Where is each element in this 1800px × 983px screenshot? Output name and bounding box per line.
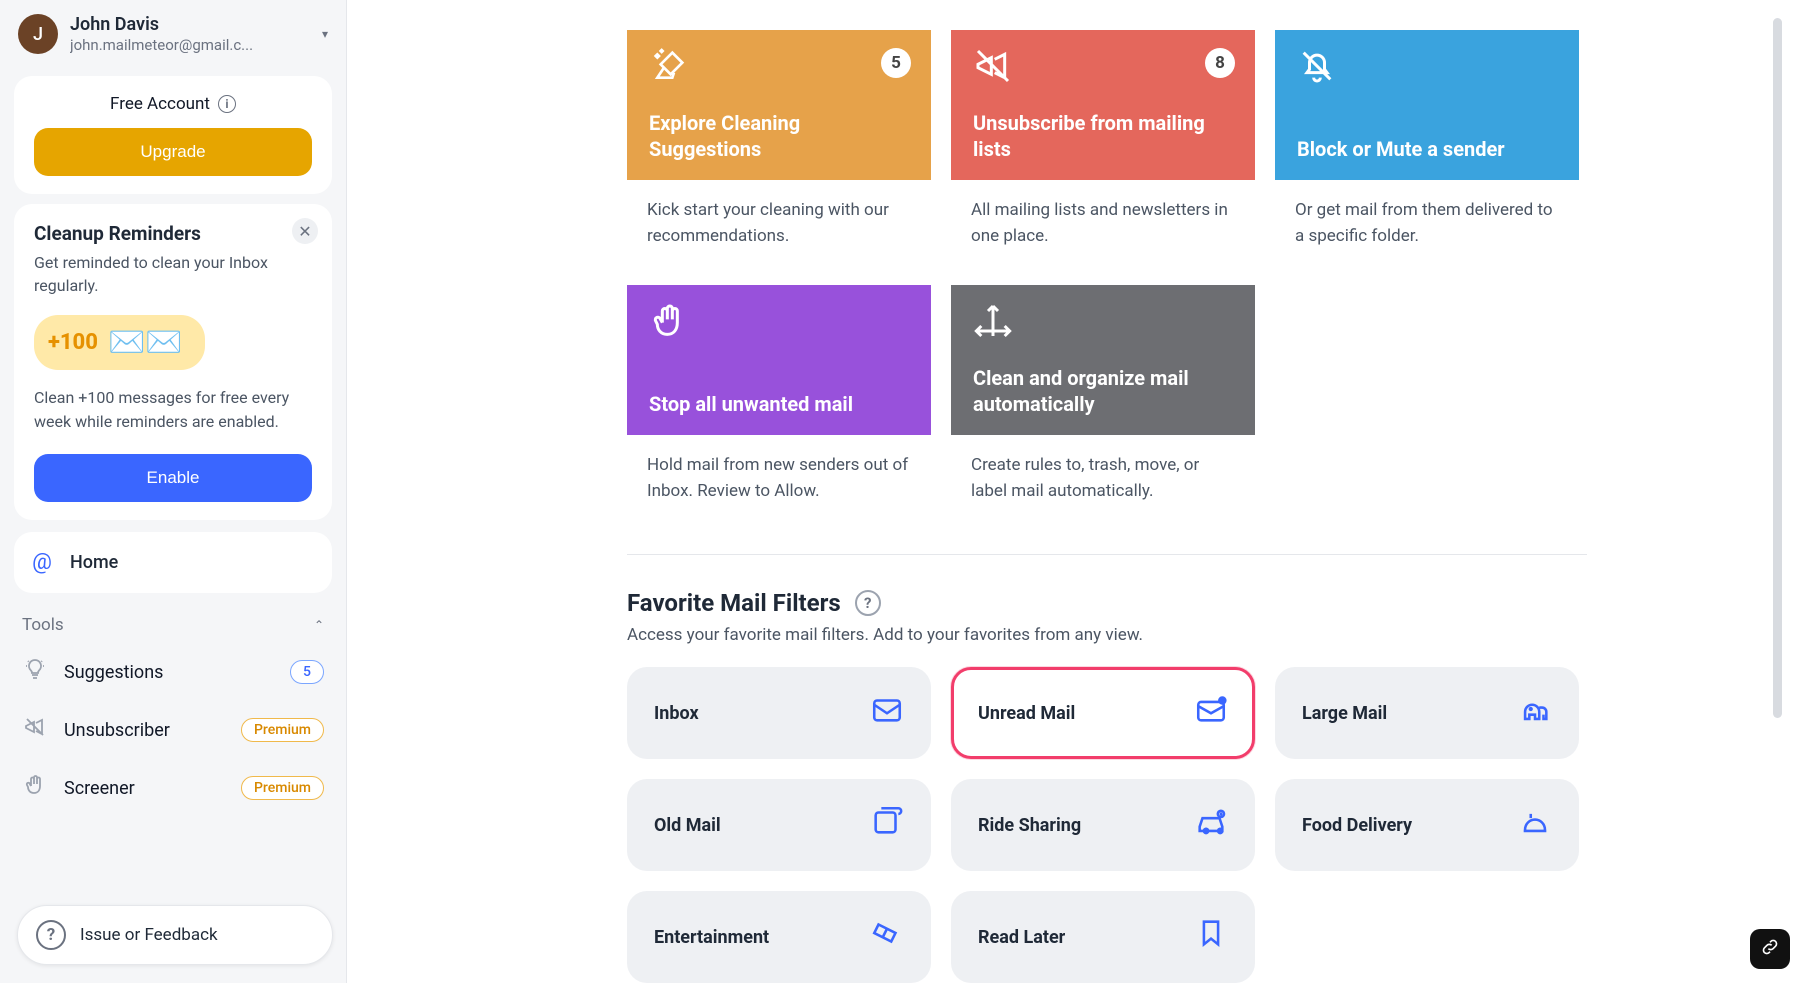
bonus-count: +100 [48, 330, 98, 355]
sidebar: J John Davis john.mailmeteor@gmail.c... … [0, 0, 347, 983]
profile-row[interactable]: J John Davis john.mailmeteor@gmail.c... … [14, 14, 332, 66]
ticket-icon [870, 916, 904, 958]
hand-icon [22, 773, 48, 803]
avatar: J [18, 14, 58, 54]
old-mail-icon [870, 804, 904, 846]
filter-large[interactable]: Large Mail [1275, 667, 1579, 759]
premium-badge: Premium [241, 718, 324, 742]
help-icon: ? [36, 920, 66, 950]
tools-toggle[interactable]: Tools ⌃ [14, 593, 332, 643]
unread-icon [1194, 692, 1228, 734]
filter-ride[interactable]: Ride Sharing [951, 779, 1255, 871]
action-desc: Create rules to, trash, move, or label m… [951, 435, 1255, 510]
food-icon [1518, 804, 1552, 846]
hand-icon [649, 301, 909, 347]
upgrade-button[interactable]: Upgrade [34, 128, 312, 176]
lightbulb-icon [22, 657, 48, 687]
filters-title: Favorite Mail Filters [627, 589, 841, 617]
filter-old[interactable]: Old Mail [627, 779, 931, 871]
elephant-icon [1518, 692, 1552, 734]
sidebar-item-suggestions[interactable]: Suggestions 5 [14, 643, 332, 701]
chevron-up-icon: ⌃ [314, 618, 324, 632]
info-icon[interactable]: i [218, 95, 236, 113]
account-label: Free Account [110, 94, 210, 114]
car-icon [1194, 804, 1228, 846]
filter-label: Inbox [654, 703, 699, 724]
enable-button[interactable]: Enable [34, 454, 312, 502]
action-title: Block or Mute a sender [1297, 136, 1557, 162]
tools-label: Tools [22, 615, 64, 635]
action-desc: Kick start your cleaning with our recomm… [627, 180, 931, 255]
reminders-body: Clean +100 messages for free every week … [34, 386, 312, 434]
help-icon[interactable]: ? [855, 590, 881, 616]
bell-off-icon [1297, 46, 1557, 92]
action-card-cleaning[interactable]: 5 Explore Cleaning Suggestions Kick star… [627, 30, 931, 255]
reminders-card: ✕ Cleanup Reminders Get reminded to clea… [14, 204, 332, 520]
action-card-stop[interactable]: Stop all unwanted mail Hold mail from ne… [627, 285, 931, 510]
filter-label: Large Mail [1302, 703, 1387, 724]
home-label: Home [70, 552, 118, 573]
link-float-button[interactable] [1750, 929, 1790, 969]
filter-label: Unread Mail [978, 703, 1075, 724]
filter-readlater[interactable]: Read Later [951, 891, 1255, 983]
action-badge: 5 [881, 48, 911, 78]
chevron-down-icon[interactable]: ▾ [322, 27, 328, 41]
scroll-thumb[interactable] [1773, 18, 1782, 718]
reminders-subtitle: Get reminded to clean your Inbox regular… [34, 251, 312, 297]
filters-subtitle: Access your favorite mail filters. Add t… [627, 625, 1587, 645]
filter-label: Food Delivery [1302, 815, 1412, 836]
action-title: Unsubscribe from mailing lists [973, 110, 1233, 162]
action-title: Stop all unwanted mail [649, 391, 909, 417]
sparkle-broom-icon [649, 46, 909, 92]
bonus-badge: +100 ✉️✉️ [34, 315, 205, 370]
link-icon [1760, 937, 1780, 962]
scrollbar[interactable] [1773, 18, 1782, 965]
envelope-icon: ✉️✉️ [108, 325, 183, 360]
tool-label: Screener [64, 778, 225, 799]
filters-grid: Inbox Unread Mail Large Mail [627, 667, 1587, 983]
profile-email: john.mailmeteor@gmail.c... [70, 36, 310, 54]
feedback-label: Issue or Feedback [80, 925, 218, 945]
action-desc: All mailing lists and newsletters in one… [951, 180, 1255, 255]
premium-badge: Premium [241, 776, 324, 800]
filter-label: Read Later [978, 927, 1065, 948]
filter-label: Entertainment [654, 927, 769, 948]
profile-name: John Davis [70, 14, 310, 36]
sidebar-item-home[interactable]: @ Home [14, 532, 332, 593]
close-icon[interactable]: ✕ [292, 218, 318, 244]
account-card: Free Account i Upgrade [14, 76, 332, 194]
action-card-organize[interactable]: Clean and organize mail automatically Cr… [951, 285, 1255, 510]
megaphone-off-icon [22, 715, 48, 745]
inbox-icon [870, 692, 904, 734]
action-card-unsubscribe[interactable]: 8 Unsubscribe from mailing lists All mai… [951, 30, 1255, 255]
main: 5 Explore Cleaning Suggestions Kick star… [347, 0, 1800, 983]
tool-label: Unsubscriber [64, 720, 225, 741]
filter-label: Ride Sharing [978, 815, 1081, 836]
bookmark-icon [1194, 916, 1228, 958]
sidebar-item-unsubscriber[interactable]: Unsubscriber Premium [14, 701, 332, 759]
action-desc: Or get mail from them delivered to a spe… [1275, 180, 1579, 255]
divider [627, 554, 1587, 555]
filter-food[interactable]: Food Delivery [1275, 779, 1579, 871]
arrows-icon [973, 301, 1233, 347]
sidebar-item-screener[interactable]: Screener Premium [14, 759, 332, 817]
filter-entertainment[interactable]: Entertainment [627, 891, 931, 983]
action-title: Clean and organize mail automatically [973, 365, 1233, 417]
tool-label: Suggestions [64, 662, 274, 683]
filter-label: Old Mail [654, 815, 721, 836]
count-badge: 5 [290, 660, 324, 684]
action-card-block[interactable]: Block or Mute a sender Or get mail from … [1275, 30, 1579, 255]
action-cards-grid: 5 Explore Cleaning Suggestions Kick star… [627, 30, 1587, 520]
action-badge: 8 [1205, 48, 1235, 78]
action-desc: Hold mail from new senders out of Inbox.… [627, 435, 931, 510]
at-icon: @ [30, 550, 54, 575]
filter-unread[interactable]: Unread Mail [951, 667, 1255, 759]
feedback-button[interactable]: ? Issue or Feedback [17, 905, 333, 965]
filter-inbox[interactable]: Inbox [627, 667, 931, 759]
action-title: Explore Cleaning Suggestions [649, 110, 909, 162]
reminders-title: Cleanup Reminders [34, 222, 312, 245]
megaphone-off-icon [973, 46, 1233, 92]
